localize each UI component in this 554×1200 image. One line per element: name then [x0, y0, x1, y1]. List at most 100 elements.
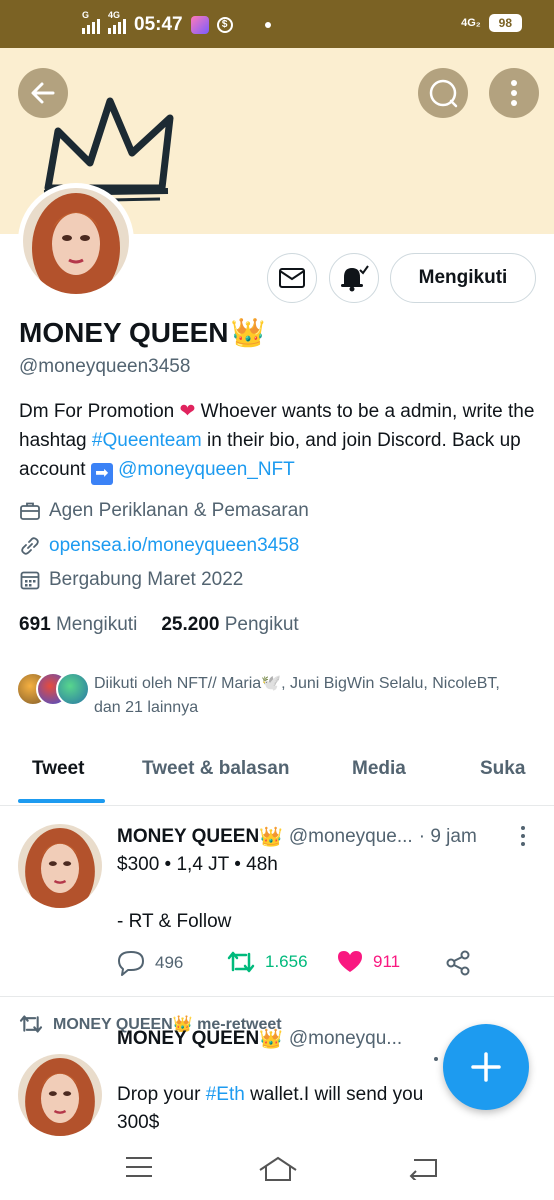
crown-emoji: 👑 — [230, 317, 266, 348]
tweet-more-icon[interactable] — [521, 826, 525, 850]
mutual-followers-avatars[interactable] — [16, 672, 90, 706]
recent-apps-icon[interactable] — [125, 1156, 153, 1178]
battery-level: 98 — [498, 16, 512, 30]
mail-icon — [279, 268, 305, 288]
followed-by-text[interactable]: Diikuti oleh NFT// Maria🕊️, Juni BigWin … — [94, 672, 514, 720]
message-button[interactable] — [267, 253, 317, 303]
profile-handle: @moneyqueen3458 — [19, 356, 191, 377]
arrow-right-emoji: ➡ — [90, 463, 113, 485]
retweet-icon — [19, 1015, 43, 1033]
followers-count: 25.200 — [161, 614, 220, 635]
like-count: 911 — [373, 952, 401, 971]
tweet-text-part: Drop your — [117, 1084, 206, 1105]
tweet-divider — [0, 996, 554, 997]
profile-avatar[interactable] — [18, 183, 134, 299]
following-stat[interactable]: 691 Mengikuti — [19, 614, 137, 636]
clock: 05:47 — [134, 14, 183, 35]
display-name: MONEY QUEEN — [19, 316, 229, 348]
profile-website: opensea.io/moneyqueen3458 — [19, 535, 299, 557]
reply-button[interactable]: 496 — [117, 950, 183, 976]
app-notification-icon — [190, 16, 209, 34]
tweet-text: Drop your #Eth wallet.I will send you — [117, 1081, 457, 1109]
followers-stat[interactable]: 25.200 Pengikut — [161, 614, 298, 636]
battery-icon: 98 — [488, 14, 522, 32]
hashtag-link[interactable]: #Queenteam — [92, 430, 202, 451]
more-options-button[interactable] — [489, 68, 539, 118]
back-nav-icon[interactable] — [408, 1156, 438, 1180]
tweet-author-name[interactable]: MONEY QUEEN — [117, 1028, 259, 1050]
home-icon[interactable] — [258, 1156, 298, 1182]
profile-bio: Dm For Promotion ❤ Whoever wants to be a… — [19, 397, 539, 485]
bio-text: Dm For Promotion — [19, 401, 180, 422]
calendar-icon — [19, 569, 41, 591]
signal-icon: G — [82, 10, 100, 34]
tweet-avatar[interactable] — [18, 824, 102, 908]
share-icon — [446, 950, 470, 976]
tweet-author-name[interactable]: MONEY QUEEN — [117, 826, 259, 848]
tweet-header: MONEY QUEEN 👑 @moneyque... · 9 jam — [117, 825, 477, 849]
share-button[interactable] — [445, 950, 471, 976]
signal-icon: 4G — [108, 10, 126, 34]
more-vertical-icon — [511, 80, 517, 106]
hashtag-link[interactable]: #Eth — [206, 1084, 245, 1105]
profile-tabs: Tweet Tweet & balasan Media Suka — [0, 740, 554, 806]
crown-emoji: 👑 — [259, 1029, 283, 1050]
following-count: 691 — [19, 614, 51, 635]
tweet-author-handle: @moneyque... — [288, 826, 413, 847]
tab-tweet[interactable]: Tweet — [32, 758, 84, 780]
tab-likes[interactable]: Suka — [480, 758, 525, 780]
retweet-icon — [227, 951, 255, 973]
reply-icon — [118, 951, 144, 976]
bell-check-icon — [341, 265, 369, 292]
reply-count: 496 — [155, 953, 184, 972]
tweet-actions: 496 1.656 911 — [117, 950, 497, 980]
tweet-header: MONEY QUEEN 👑 @moneyqu... — [117, 1027, 402, 1051]
arrow-left-icon — [31, 82, 55, 104]
active-tab-indicator — [18, 799, 105, 803]
followers-label: Pengikut — [224, 614, 299, 635]
tweet-time: · 9 jam — [418, 826, 477, 847]
notifications-button[interactable] — [329, 253, 379, 303]
network-indicator: 4G₂ — [461, 17, 481, 29]
retweet-button[interactable]: 1.656 — [227, 950, 308, 974]
category-text: Agen Periklanan & Pemasaran — [49, 500, 309, 521]
signal-label: G — [82, 10, 90, 20]
following-label: Mengikuti — [55, 614, 138, 635]
joined-text: Bergabung Maret 2022 — [49, 569, 244, 590]
website-link[interactable]: opensea.io/moneyqueen3458 — [49, 535, 299, 557]
avatar-image — [23, 188, 129, 294]
retweet-count: 1.656 — [265, 952, 308, 971]
tweet-text: $300 • 1,4 JT • 48h — [117, 854, 278, 875]
tab-media[interactable]: Media — [352, 758, 406, 780]
briefcase-icon — [19, 500, 41, 522]
following-button[interactable]: Mengikuti — [390, 253, 536, 303]
link-icon — [19, 535, 41, 557]
plus-icon — [471, 1052, 501, 1082]
heart-emoji: ❤ — [179, 401, 196, 422]
search-button[interactable] — [418, 68, 468, 118]
tweet-text: 300$ — [117, 1112, 160, 1133]
system-navigation-bar — [0, 1140, 554, 1200]
tweet-author-handle: @moneyqu... — [288, 1028, 403, 1049]
coin-notification-icon: $ — [216, 17, 233, 33]
tweet-text-part: wallet.I will send you — [244, 1084, 424, 1105]
more-notifications-dot-icon — [264, 22, 271, 28]
profile-name: MONEY QUEEN 👑 — [19, 316, 265, 349]
compose-tweet-button[interactable] — [443, 1024, 529, 1110]
tweet-avatar[interactable] — [18, 1054, 102, 1136]
tweet-text: - RT & Follow — [117, 911, 232, 932]
search-icon — [429, 79, 458, 108]
like-button[interactable]: 911 — [337, 950, 400, 974]
status-bar: G 4G 05:47 $ 4G₂ 98 — [0, 0, 554, 48]
crown-emoji: 👑 — [259, 827, 283, 848]
profile-category: Agen Periklanan & Pemasaran — [19, 500, 309, 522]
avatar — [56, 672, 90, 706]
profile-joined: Bergabung Maret 2022 — [19, 569, 243, 591]
tweet-more-icon[interactable] — [434, 1057, 438, 1065]
follow-stats: 691 Mengikuti 25.200 Pengikut — [19, 614, 299, 636]
tab-tweet-replies[interactable]: Tweet & balasan — [142, 758, 289, 780]
back-button[interactable] — [18, 68, 68, 118]
signal-label: 4G — [108, 10, 121, 20]
heart-icon — [338, 951, 362, 972]
mention-link[interactable]: @moneyqueen_NFT — [118, 459, 295, 480]
